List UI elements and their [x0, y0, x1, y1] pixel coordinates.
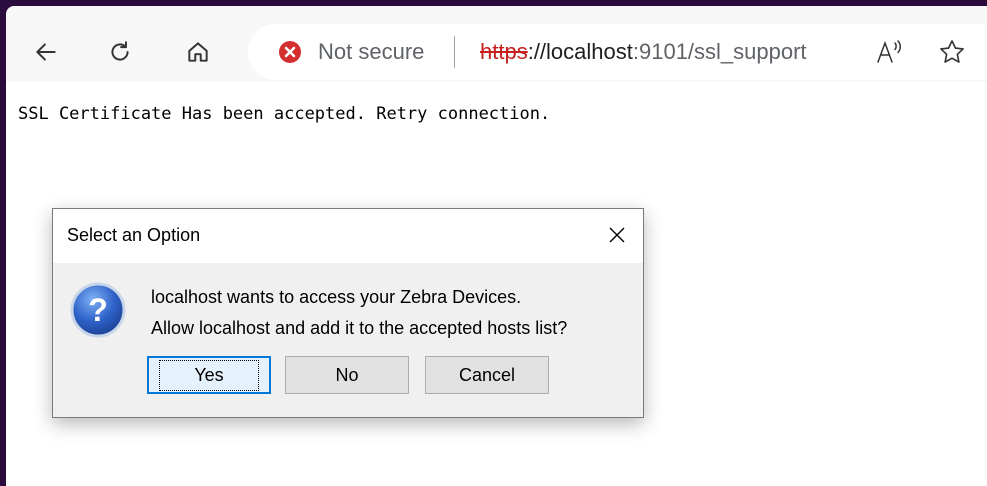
yes-button[interactable]: Yes: [147, 356, 271, 394]
url-scheme: https: [480, 39, 528, 64]
browser-toolbar: Not secure https://localhost:9101/ssl_su…: [6, 6, 987, 82]
no-button[interactable]: No: [285, 356, 409, 394]
yes-button-label: Yes: [159, 359, 259, 391]
read-aloud-icon[interactable]: [875, 38, 905, 66]
url-host: ://localhost: [527, 39, 633, 64]
dialog-message-line2: Allow localhost and add it to the accept…: [151, 318, 568, 338]
address-divider: [454, 36, 455, 68]
dialog-titlebar[interactable]: Select an Option: [53, 209, 643, 263]
url-path: :9101/ssl_support: [632, 39, 807, 64]
back-button[interactable]: [26, 32, 66, 72]
question-icon: ?: [70, 282, 126, 338]
url-text[interactable]: https://localhost:9101/ssl_support: [480, 38, 807, 66]
not-secure-icon[interactable]: [278, 40, 302, 64]
refresh-button[interactable]: [100, 32, 140, 72]
back-icon: [36, 43, 56, 61]
dialog-message-line1: localhost wants to access your Zebra Dev…: [151, 287, 522, 307]
favorite-star-icon[interactable]: [938, 38, 966, 66]
dialog-title: Select an Option: [67, 225, 201, 245]
cancel-button-label: Cancel: [458, 364, 516, 385]
home-button[interactable]: [178, 32, 218, 72]
not-secure-label[interactable]: Not secure: [318, 38, 424, 66]
no-button-label: No: [335, 364, 359, 385]
dialog-close-button[interactable]: [599, 217, 635, 253]
refresh-icon: [111, 41, 129, 61]
select-option-dialog: Select an Option ? localhost wants to ac…: [52, 208, 644, 418]
cancel-button[interactable]: Cancel: [425, 356, 549, 394]
ssl-message: SSL Certificate Has been accepted. Retry…: [18, 104, 551, 124]
address-bar[interactable]: Not secure https://localhost:9101/ssl_su…: [248, 24, 987, 80]
home-icon: [188, 42, 208, 62]
close-icon: [609, 227, 625, 243]
svg-text:?: ?: [88, 292, 108, 328]
